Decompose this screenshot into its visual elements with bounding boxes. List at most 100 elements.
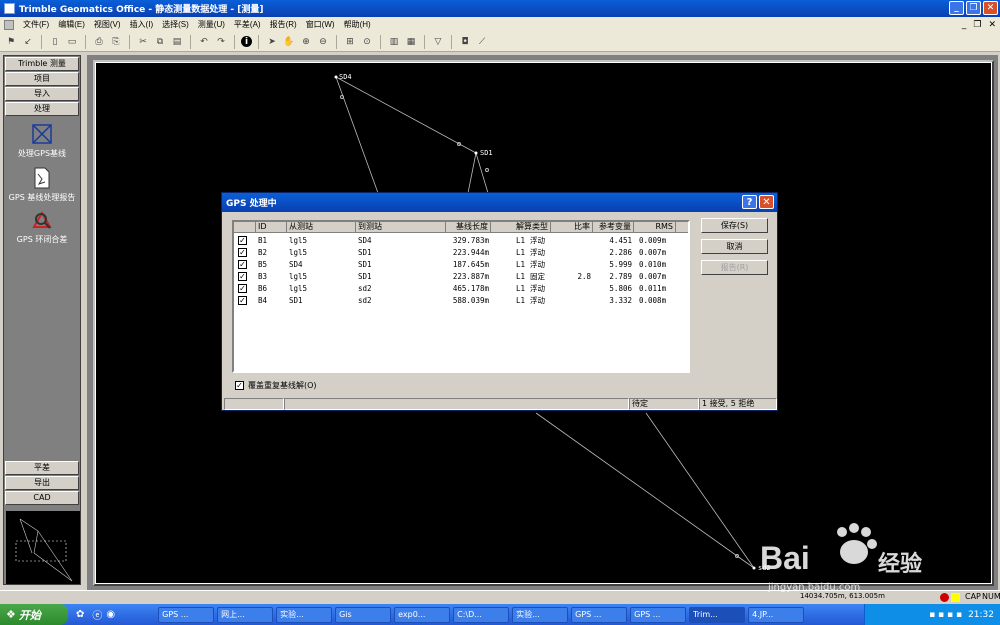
preview-icon[interactable]: ⎘ <box>109 35 123 49</box>
status-summary: 1 接受, 5 拒绝 <box>699 398 777 410</box>
edit-tool-icon[interactable]: ↙ <box>21 35 35 49</box>
cut-icon[interactable]: ✂ <box>136 35 150 49</box>
dialog-close-button[interactable]: ✕ <box>759 195 774 209</box>
sidebar-project-button[interactable]: 项目 <box>5 72 79 86</box>
measure-icon[interactable]: ⟋ <box>475 35 489 49</box>
undo-icon[interactable]: ↶ <box>197 35 211 49</box>
pointer-icon[interactable]: ➤ <box>265 35 279 49</box>
sidebar-cad-button[interactable]: CAD <box>5 491 79 505</box>
survey-tool-icon[interactable]: ⚑ <box>4 35 18 49</box>
sidebar-export-button[interactable]: 导出 <box>5 476 79 490</box>
pan-hand-icon[interactable]: ✋ <box>282 35 296 49</box>
copy-icon[interactable]: ⧉ <box>153 35 167 49</box>
row-checkbox[interactable]: ✓ <box>238 236 247 245</box>
point-sd4-marker[interactable] <box>334 75 338 79</box>
baseline-b2[interactable] <box>467 152 477 194</box>
zoom-out-icon[interactable]: ⊖ <box>316 35 330 49</box>
layout-icon[interactable]: ▥ <box>387 35 401 49</box>
taskbar-task-button[interactable]: Gis <box>335 606 392 623</box>
overwrite-option[interactable]: ✓ 覆盖重复基线解(O) <box>235 380 317 391</box>
baseline-results-list[interactable]: ID 从测站 到测站 基线长度 解算类型 比率 参考变量 RMS ✓ B1 lgl5… <box>232 220 690 373</box>
quicklaunch-browser-icon[interactable]: ◉ <box>106 609 115 620</box>
sidebar-adjust-button[interactable]: 平差 <box>5 461 79 475</box>
sidebar-process-button[interactable]: 处理 <box>5 102 79 116</box>
sidebar-import-button[interactable]: 导入 <box>5 87 79 101</box>
col-solution-header[interactable]: 解算类型 <box>491 222 551 233</box>
zoom-in-icon[interactable]: ⊕ <box>299 35 313 49</box>
restore-button[interactable]: ❐ <box>966 1 981 15</box>
cell-from: lgl5 <box>289 272 308 281</box>
point-sd2-marker[interactable] <box>752 566 756 570</box>
minimize-button[interactable]: _ <box>949 1 964 15</box>
overview-map[interactable] <box>6 511 80 584</box>
tray-icons[interactable]: ▪ ▪ ▪ ▪ <box>929 610 962 620</box>
overwrite-checkbox[interactable]: ✓ <box>235 381 244 390</box>
dialog-help-button[interactable]: ? <box>742 195 757 209</box>
point-sd1-marker[interactable] <box>474 151 478 155</box>
menu-adjust[interactable]: 平差(A) <box>234 19 261 30</box>
col-ratio-header[interactable]: 比率 <box>551 222 593 233</box>
close-button[interactable]: ✕ <box>983 1 998 15</box>
mdi-close-button[interactable]: ✕ <box>988 20 996 30</box>
open-file-icon[interactable]: ▭ <box>65 35 79 49</box>
col-from-header[interactable]: 从测站 <box>287 222 356 233</box>
col-refvar-header[interactable]: 参考变量 <box>593 222 634 233</box>
sidebar-item-process-baselines[interactable]: 处理GPS基线 <box>4 122 80 159</box>
row-checkbox[interactable]: ✓ <box>238 284 247 293</box>
col-rms-header[interactable]: RMS <box>634 222 676 233</box>
menu-view[interactable]: 视图(V) <box>94 19 121 30</box>
taskbar-task-button[interactable]: 实验... <box>512 606 569 623</box>
taskbar-task-button[interactable]: exp0... <box>394 606 451 623</box>
menu-help[interactable]: 帮助(H) <box>344 19 371 30</box>
taskbar-task-button[interactable]: GPS ... <box>571 606 628 623</box>
col-to-header[interactable]: 到测站 <box>356 222 446 233</box>
row-checkbox[interactable]: ✓ <box>238 260 247 269</box>
report-button[interactable]: 报告(R) <box>701 260 768 275</box>
menu-window[interactable]: 窗口(W) <box>306 19 335 30</box>
baseline-b4[interactable] <box>645 412 755 569</box>
taskbar-task-button[interactable]: GPS ... <box>630 606 687 623</box>
zoom-extents-icon[interactable]: ⊞ <box>343 35 357 49</box>
info-icon[interactable]: i <box>241 36 252 47</box>
taskbar-task-button[interactable]: 4.JP... <box>748 606 805 623</box>
baseline-b5[interactable] <box>335 76 477 154</box>
quicklaunch-ie-icon[interactable]: ⓔ <box>92 607 102 622</box>
baseline-b6[interactable] <box>535 412 755 569</box>
col-check-header[interactable] <box>234 222 256 233</box>
col-length-header[interactable]: 基线长度 <box>446 222 491 233</box>
sidebar-item-baseline-report[interactable]: GPS 基线处理报告 <box>4 166 80 203</box>
taskbar-task-button[interactable]: Trim... <box>689 606 746 623</box>
menu-insert[interactable]: 插入(I) <box>130 19 154 30</box>
mdi-restore-button[interactable]: ❐ <box>973 20 981 30</box>
menu-report[interactable]: 报告(R) <box>270 19 297 30</box>
save-button[interactable]: 保存(S) <box>701 218 768 233</box>
zoom-window-icon[interactable]: ⊙ <box>360 35 374 49</box>
sidebar-item-loop-closure[interactable]: GPS 环闭合差 <box>4 208 80 245</box>
filter-icon[interactable]: ▽ <box>431 35 445 49</box>
row-checkbox[interactable]: ✓ <box>238 248 247 257</box>
row-checkbox[interactable]: ✓ <box>238 296 247 305</box>
menu-survey[interactable]: 测量(U) <box>198 19 225 30</box>
sidebar-trimble-survey-button[interactable]: Trimble 测量 <box>5 57 79 71</box>
quicklaunch-media-icon[interactable]: ✿ <box>76 609 84 620</box>
camera-icon[interactable]: ◘ <box>458 35 472 49</box>
start-button[interactable]: ❖ 开始 <box>0 604 68 625</box>
taskbar-task-button[interactable]: C:\D... <box>453 606 510 623</box>
baseline-b3[interactable] <box>475 152 489 194</box>
grid-icon[interactable]: ▦ <box>404 35 418 49</box>
menu-file[interactable]: 文件(F) <box>23 19 49 30</box>
mdi-minimize-button[interactable]: _ <box>962 20 967 30</box>
menu-edit[interactable]: 编辑(E) <box>58 19 85 30</box>
row-checkbox[interactable]: ✓ <box>238 272 247 281</box>
taskbar-task-button[interactable]: 实验... <box>276 606 333 623</box>
baseline-b1[interactable] <box>335 76 379 194</box>
new-file-icon[interactable]: ▯ <box>48 35 62 49</box>
cancel-button[interactable]: 取消 <box>701 239 768 254</box>
taskbar-task-button[interactable]: 网上... <box>217 606 274 623</box>
redo-icon[interactable]: ↷ <box>214 35 228 49</box>
menu-select[interactable]: 选择(S) <box>162 19 189 30</box>
paste-icon[interactable]: ▤ <box>170 35 184 49</box>
col-id-header[interactable]: ID <box>256 222 287 233</box>
print-icon[interactable]: ⎙ <box>92 35 106 49</box>
taskbar-task-button[interactable]: GPS ... <box>158 606 215 623</box>
